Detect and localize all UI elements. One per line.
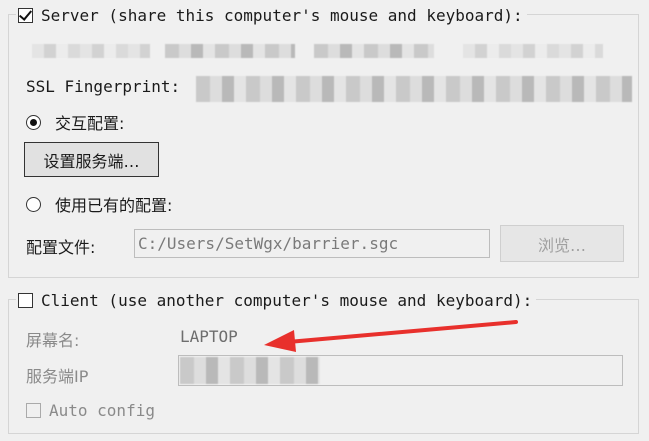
client-legend-label: Client (use another computer's mouse and… bbox=[41, 290, 533, 310]
interactive-config-option[interactable]: 交互配置: bbox=[26, 110, 124, 134]
config-file-input[interactable]: C:/Users/SetWgx/barrier.sgc bbox=[134, 229, 490, 258]
existing-config-option[interactable]: 使用已有的配置: bbox=[26, 192, 172, 216]
auto-config-checkbox[interactable] bbox=[26, 403, 41, 418]
annotation-arrow bbox=[264, 320, 518, 352]
server-ip-label: 服务端IP bbox=[26, 367, 89, 386]
configure-server-button[interactable]: 设置服务端… bbox=[24, 142, 159, 177]
screen-name-value: LAPTOP bbox=[180, 327, 238, 346]
screen-name-label: 屏幕名: bbox=[26, 331, 80, 350]
ssl-fingerprint-label: SSL Fingerprint: bbox=[26, 77, 181, 96]
existing-config-label: 使用已有的配置: bbox=[55, 196, 173, 215]
client-checkbox[interactable] bbox=[18, 292, 33, 308]
server-ip-redacted bbox=[180, 357, 320, 384]
server-checkbox[interactable] bbox=[18, 7, 33, 23]
config-file-label: 配置文件: bbox=[26, 238, 96, 257]
browse-button[interactable]: 浏览… bbox=[500, 225, 624, 262]
server-legend: Server (share this computer's mouse and … bbox=[16, 4, 527, 26]
client-legend: Client (use another computer's mouse and… bbox=[16, 289, 537, 311]
auto-config-label: Auto config bbox=[49, 401, 155, 420]
existing-config-radio[interactable] bbox=[26, 196, 41, 212]
ssl-fingerprint-redacted bbox=[196, 76, 632, 102]
interactive-config-label: 交互配置: bbox=[55, 114, 125, 133]
auto-config-option[interactable]: Auto config bbox=[26, 401, 155, 420]
server-legend-label: Server (share this computer's mouse and … bbox=[41, 5, 523, 25]
interactive-config-radio[interactable] bbox=[26, 114, 41, 130]
